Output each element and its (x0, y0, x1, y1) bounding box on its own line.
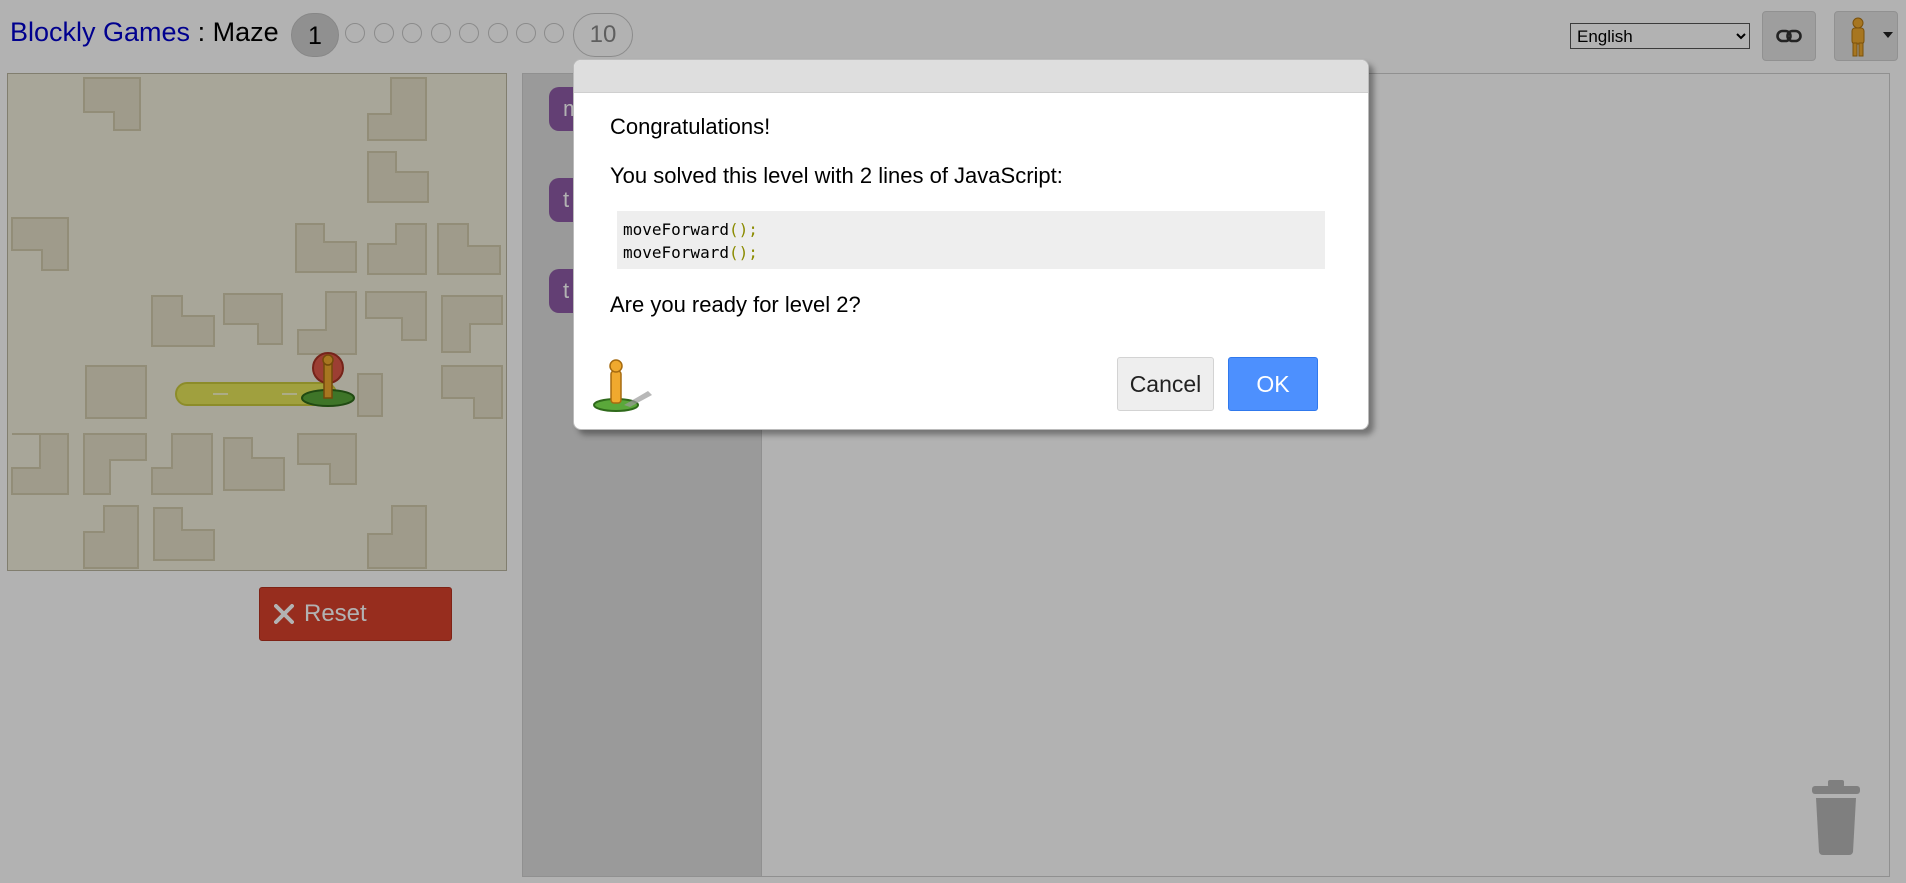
code-line: moveForward(); (623, 220, 758, 239)
dialog-heading: Congratulations! (610, 114, 771, 139)
pegman-icon (593, 359, 652, 412)
level-complete-dialog: Congratulations! You solved this level w… (573, 59, 1369, 430)
ok-button[interactable]: OK (1228, 357, 1318, 411)
dialog-question: Are you ready for level 2? (610, 292, 861, 317)
dialog-titlebar[interactable] (574, 60, 1368, 93)
dialog-message: You solved this level with 2 lines of Ja… (610, 163, 1063, 188)
code-line: moveForward(); (623, 243, 758, 262)
cancel-button[interactable]: Cancel (1117, 357, 1214, 411)
code-listing: moveForward(); moveForward(); (617, 211, 1325, 269)
